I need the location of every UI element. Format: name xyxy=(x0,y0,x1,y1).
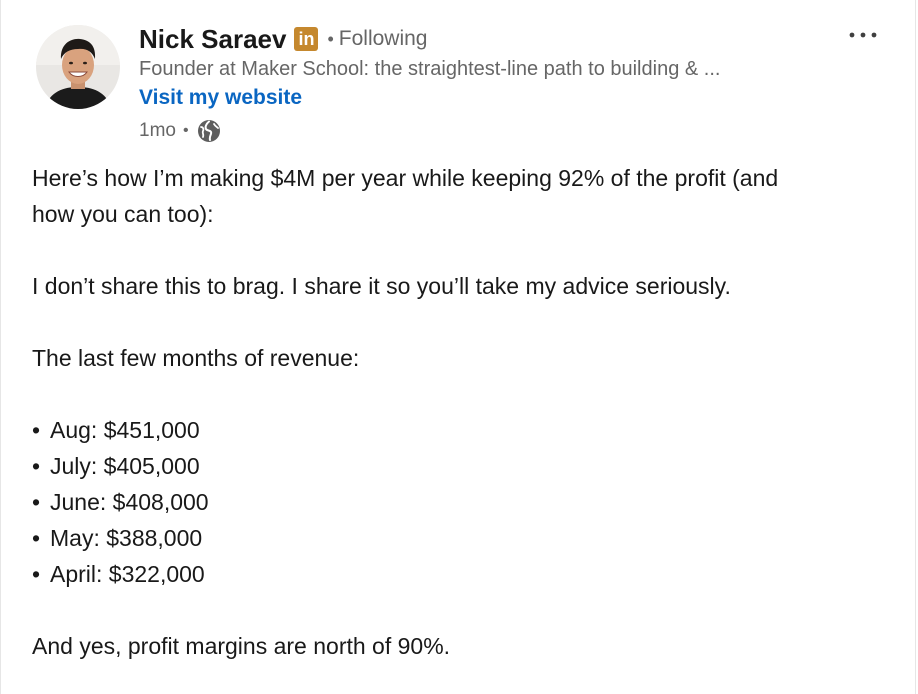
revenue-item: Aug: $451,000 xyxy=(50,417,200,443)
revenue-item: May: $388,000 xyxy=(50,525,203,551)
globe-icon xyxy=(197,120,220,142)
post-age: 1mo xyxy=(139,120,176,141)
post-meta: 1mo • xyxy=(139,118,221,144)
post-paragraph-3: The last few months of revenue: xyxy=(32,345,360,371)
list-item: • April: $322,000 xyxy=(32,556,902,592)
author-name-row: Nick Saraev in • Following xyxy=(139,22,427,56)
list-item: • Aug: $451,000 xyxy=(32,412,902,448)
revenue-list: • Aug: $451,000 • July: $405,000 • June: $4… xyxy=(32,412,902,592)
meta-separator: • xyxy=(182,122,189,139)
linkedin-badge-icon: in xyxy=(294,27,319,51)
post-intro-line-2: how you can too): xyxy=(32,201,214,227)
revenue-item: April: $322,000 xyxy=(50,561,205,587)
post-body: Here’s how I’m making $4M per year while… xyxy=(32,160,902,664)
bullet-mark: • xyxy=(32,417,41,443)
author-avatar[interactable] xyxy=(36,25,120,109)
bullet-mark: • xyxy=(32,453,41,479)
bullet-mark: • xyxy=(32,561,41,587)
avatar-image xyxy=(36,25,120,109)
post-intro-line-1: Here’s how I’m making $4M per year while… xyxy=(32,165,779,191)
name-separator: • xyxy=(327,28,334,49)
follow-status: Following xyxy=(338,27,428,50)
list-item: • June: $408,000 xyxy=(32,484,902,520)
author-headline: Founder at Maker School: the straightest… xyxy=(139,58,721,80)
list-item: • May: $388,000 xyxy=(32,520,902,556)
more-options-button[interactable] xyxy=(841,20,885,50)
post-card: Nick Saraev in • Following Founder at Ma… xyxy=(0,0,916,694)
list-item: • July: $405,000 xyxy=(32,448,902,484)
revenue-item: July: $405,000 xyxy=(50,453,200,479)
ellipsis-icon xyxy=(849,32,877,38)
bullet-mark: • xyxy=(32,489,41,515)
author-name[interactable]: Nick Saraev xyxy=(139,24,286,55)
visit-website-link[interactable]: Visit my website xyxy=(139,86,302,110)
revenue-item: June: $408,000 xyxy=(50,489,209,515)
post-closing: And yes, profit margins are north of 90%… xyxy=(32,633,451,659)
bullet-mark: • xyxy=(32,525,41,551)
post-paragraph-2: I don’t share this to brag. I share it s… xyxy=(32,273,731,299)
